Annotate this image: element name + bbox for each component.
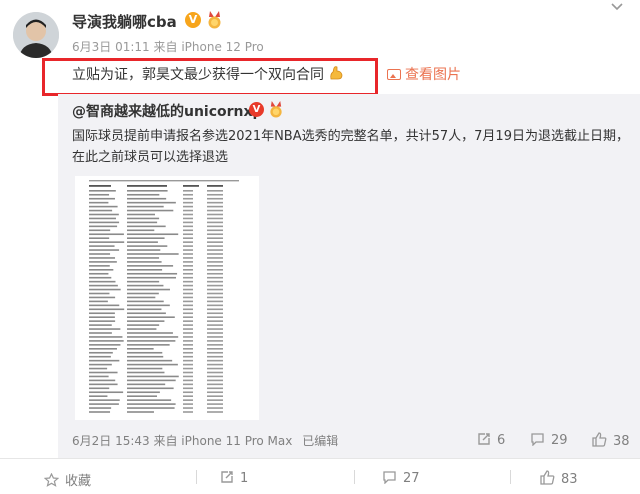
repost-card: @智商越来越低的unicornxp V 国际球员提前申请报名参选2021年NBA…	[58, 94, 640, 458]
verified-v-icon: V	[185, 12, 201, 28]
image-icon	[387, 69, 401, 80]
post-source: 来自 iPhone 12 Pro	[153, 40, 264, 54]
comment-button[interactable]: 27	[382, 470, 420, 486]
repost-comment-button[interactable]: 29	[530, 432, 568, 448]
footer-divider	[0, 458, 640, 459]
repost-like-count: 38	[613, 434, 630, 449]
comment-count: 27	[403, 471, 420, 486]
favorite-label: 收藏	[65, 474, 92, 489]
repost-text: 国际球员提前申请报名参选2021年NBA选秀的完整名单，共计57人，7月19日为…	[72, 129, 629, 165]
post-date[interactable]: 6月3日 01:11	[72, 40, 150, 54]
like-button[interactable]: 83	[540, 470, 578, 487]
view-image-label: 查看图片	[405, 67, 461, 83]
post-header: 导演我躺哪cba V 6月3日 01:11 来自 iPhone 12 Pro	[0, 0, 640, 60]
repost-meta: 6月2日 15:43 来自 iPhone 11 Pro Max 已编辑	[72, 432, 338, 449]
repost-date-source: 6月2日 15:43 来自 iPhone 11 Pro Max	[72, 434, 293, 448]
medal-icon	[208, 11, 221, 29]
repost-image-thumbnail[interactable]	[75, 176, 259, 420]
repost-icon	[221, 471, 233, 483]
weibo-post: 导演我躺哪cba V 6月3日 01:11 来自 iPhone 12 Pro 立…	[0, 0, 640, 494]
repost-comment-count: 29	[551, 433, 568, 448]
author-name[interactable]: 导演我躺哪cba	[72, 11, 177, 32]
highlight-box	[42, 58, 378, 96]
repost-repost-button[interactable]: 6	[477, 432, 505, 448]
footer-separator	[354, 470, 355, 484]
star-icon	[44, 473, 59, 487]
author-avatar[interactable]	[13, 12, 59, 58]
favorite-button[interactable]: 收藏	[44, 470, 91, 489]
document-scan-image	[89, 180, 239, 413]
repost-edited[interactable]: 已编辑	[302, 434, 338, 448]
repost-like-button[interactable]: 38	[592, 432, 630, 449]
repost-medal-icon	[270, 101, 282, 118]
view-image-link[interactable]: 查看图片	[387, 64, 461, 84]
repost-repost-count: 6	[497, 433, 506, 448]
avatar-image	[13, 12, 59, 58]
like-icon	[540, 470, 555, 485]
post-meta: 6月3日 01:11 来自 iPhone 12 Pro	[72, 38, 264, 55]
repost-verified-icon: V	[249, 102, 264, 117]
repost-count: 1	[240, 471, 249, 486]
like-icon	[592, 432, 607, 447]
repost-author[interactable]: @智商越来越低的unicornxp	[72, 101, 263, 121]
footer-separator	[196, 470, 197, 484]
comment-icon	[531, 433, 544, 446]
repost-button[interactable]: 1	[220, 470, 248, 486]
chevron-down-icon[interactable]	[610, 2, 624, 12]
footer-separator	[510, 470, 511, 484]
like-count: 83	[561, 472, 578, 487]
repost-icon	[478, 433, 490, 445]
comment-icon	[383, 471, 396, 484]
